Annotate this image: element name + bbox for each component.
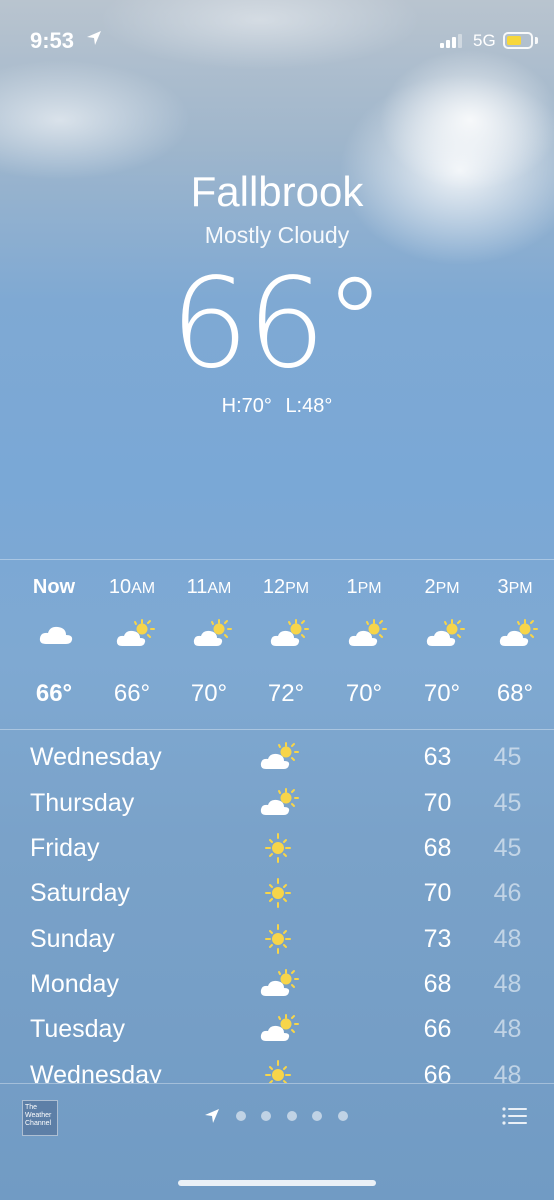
day-high: 70: [423, 879, 452, 907]
day-low: 45: [493, 743, 522, 771]
day-row: Thursday 70 45: [0, 781, 554, 826]
current-location-icon[interactable]: [204, 1108, 220, 1124]
hour-item: 10AM 66°: [93, 560, 171, 728]
day-high: 66: [423, 1015, 452, 1043]
hour-temp: 66°: [113, 680, 151, 707]
day-name: Tuesday: [30, 1015, 125, 1043]
bottom-toolbar: The Weather Channel: [0, 1084, 554, 1200]
day-high: 73: [423, 925, 452, 953]
hour-item: 11AM 70°: [170, 560, 248, 728]
hour-temp: 70°: [345, 680, 383, 707]
hour-item: Now 66°: [15, 560, 93, 728]
day-row: Saturday 70 46: [0, 871, 554, 916]
day-high: 66: [423, 1061, 452, 1083]
hour-item: 2PM 70°: [403, 560, 481, 728]
page-dot[interactable]: [287, 1111, 297, 1121]
day-name: Monday: [30, 970, 119, 998]
hour-label: 1PM: [346, 576, 382, 598]
high-low: H:70° L:48°: [0, 395, 554, 418]
partly-sunny-icon: [260, 742, 299, 769]
hour-item: 1PM 70°: [325, 560, 403, 728]
page-dot[interactable]: [236, 1111, 246, 1121]
day-low: 48: [493, 925, 522, 953]
partly-sunny-icon: [348, 619, 387, 646]
partly-sunny-icon: [193, 619, 232, 646]
sun-icon: [265, 878, 291, 908]
day-low: 48: [493, 1015, 522, 1043]
hour-item: 3PM 68°: [476, 560, 554, 728]
divider: [0, 729, 554, 730]
low-temp: L:48°: [285, 395, 333, 417]
day-row: Sunday 73 48: [0, 917, 554, 962]
status-bar: 9:53 5G: [0, 0, 554, 80]
day-name: Wednesday: [30, 1061, 162, 1083]
battery-cap: [535, 37, 538, 44]
day-row: Wednesday 66 48: [0, 1053, 554, 1083]
day-name: Thursday: [30, 789, 135, 817]
cellular-signal-icon: [440, 34, 462, 48]
page-dot[interactable]: [261, 1111, 271, 1121]
day-row: Friday 68 45: [0, 826, 554, 871]
hourly-forecast[interactable]: Now 66° 10AM 66° 11AM 70° 12PM 72° 1PM 7…: [0, 560, 554, 728]
hour-label: 10AM: [108, 576, 156, 598]
battery-level: [507, 36, 521, 45]
hour-temp: 72°: [267, 680, 305, 707]
sun-icon: [265, 924, 291, 954]
hour-item: 12PM 72°: [247, 560, 325, 728]
day-row: Wednesday 63 45: [0, 735, 554, 780]
page-dot[interactable]: [312, 1111, 322, 1121]
current-temperature: 66°: [170, 252, 386, 396]
hour-label: 11AM: [186, 576, 232, 598]
weather-channel-logo[interactable]: The Weather Channel: [22, 1100, 58, 1136]
day-name: Sunday: [30, 925, 115, 953]
hour-temp: 70°: [190, 680, 228, 707]
high-temp: H:70°: [221, 395, 272, 417]
sun-icon: [265, 833, 291, 863]
city-name: Fallbrook: [190, 168, 364, 215]
cloud-icon: [39, 626, 73, 644]
battery-icon: [503, 32, 533, 49]
day-row: Monday 68 48: [0, 962, 554, 1007]
day-high: 63: [423, 743, 452, 771]
hour-label: 3PM: [497, 576, 533, 598]
partly-sunny-icon: [260, 788, 299, 815]
partly-sunny-icon: [426, 619, 465, 646]
hour-label: 12PM: [262, 576, 310, 598]
list-icon[interactable]: [502, 1106, 528, 1126]
hour-label: 2PM: [424, 576, 460, 598]
day-high: 68: [423, 970, 452, 998]
page-dot[interactable]: [338, 1111, 348, 1121]
hour-label: Now: [32, 576, 76, 598]
day-low: 48: [493, 1061, 522, 1083]
partly-sunny-icon: [116, 619, 155, 646]
sun-icon: [265, 1060, 291, 1083]
partly-sunny-icon: [270, 619, 309, 646]
day-name: Wednesday: [30, 743, 162, 771]
day-low: 45: [493, 834, 522, 862]
day-high: 70: [423, 789, 452, 817]
day-low: 48: [493, 970, 522, 998]
daily-forecast[interactable]: Wednesday 63 45 Thursday 70 45 Friday 68…: [0, 733, 554, 1083]
hour-temp: 70°: [423, 680, 461, 707]
day-name: Saturday: [30, 879, 131, 907]
partly-sunny-icon: [499, 619, 538, 646]
hour-temp: 68°: [496, 680, 534, 707]
day-high: 68: [423, 834, 452, 862]
hour-temp: 66°: [35, 680, 73, 707]
clock-time: 9:53: [30, 28, 75, 53]
network-type: 5G: [473, 31, 496, 50]
partly-sunny-icon: [260, 969, 299, 996]
day-low: 46: [493, 879, 522, 907]
day-low: 45: [493, 789, 522, 817]
current-condition: Mostly Cloudy: [204, 222, 350, 248]
day-row: Tuesday 66 48: [0, 1007, 554, 1052]
home-indicator[interactable]: [178, 1180, 376, 1186]
location-arrow-icon: [87, 31, 101, 45]
day-name: Friday: [30, 834, 100, 862]
partly-sunny-icon: [260, 1014, 299, 1041]
